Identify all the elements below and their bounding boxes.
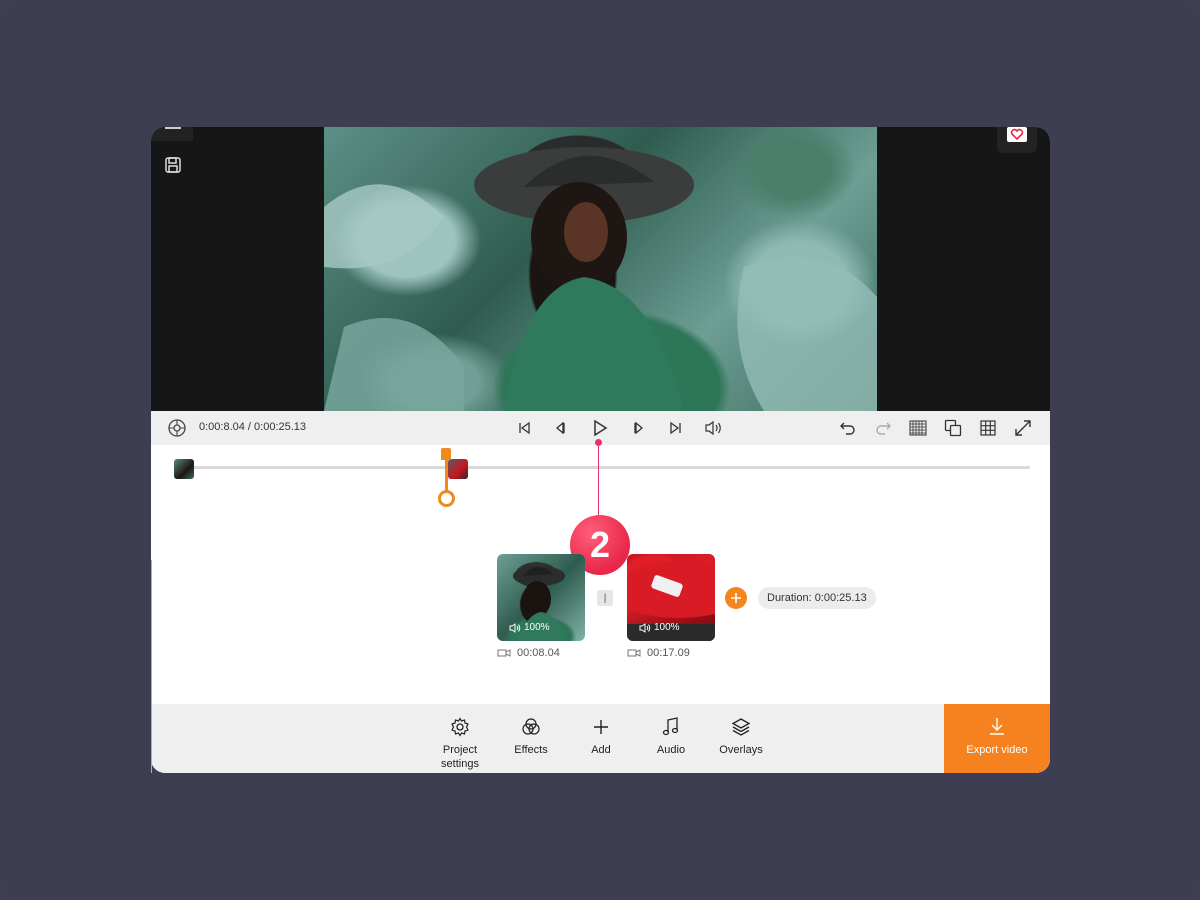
add-clip-button[interactable]: [725, 587, 747, 609]
copy-icon[interactable]: [943, 418, 963, 438]
clip-volume: 100%: [639, 622, 680, 633]
project-settings-label: Project settings: [441, 744, 479, 770]
clip-volume-value: 100%: [654, 622, 680, 633]
skip-start-icon[interactable]: [515, 418, 535, 438]
gear-icon: [450, 716, 470, 738]
layers-icon: [731, 716, 751, 738]
volume-icon: [639, 622, 651, 633]
timeline-track[interactable]: [185, 466, 1030, 469]
music-note-icon: [662, 716, 680, 738]
effects-icon: [521, 716, 541, 738]
video-editor-window: 0:00:8.04 / 0:00:25.13 2 100% 00:08.04 |…: [151, 127, 1050, 773]
playhead-knob[interactable]: [438, 490, 455, 507]
clip-thumbnail[interactable]: 100%: [497, 554, 585, 641]
play-icon[interactable]: [590, 418, 610, 438]
video-camera-icon: [497, 649, 511, 657]
add-button[interactable]: Add: [566, 704, 636, 773]
video-preview[interactable]: [324, 127, 877, 411]
clip-thumbnail[interactable]: 100%: [627, 554, 715, 641]
clip-duration: 00:17.09: [627, 647, 690, 659]
volume-icon[interactable]: [704, 418, 724, 438]
step-back-icon[interactable]: [550, 418, 570, 438]
playhead-handle[interactable]: [441, 448, 451, 460]
timecode: 0:00:8.04 / 0:00:25.13: [199, 421, 307, 433]
clip-duration-value: 00:08.04: [517, 647, 560, 659]
export-video-button[interactable]: Export video: [944, 704, 1050, 773]
undo-icon[interactable]: [838, 418, 858, 438]
window-edge-accent: [151, 560, 152, 773]
transition-button[interactable]: |: [597, 590, 613, 606]
audio-button[interactable]: Audio: [636, 704, 706, 773]
settings-wheel-icon[interactable]: [167, 418, 187, 438]
project-settings-button[interactable]: Project settings: [425, 704, 495, 773]
menu-icon[interactable]: [151, 127, 193, 141]
fullscreen-icon[interactable]: [1013, 418, 1033, 438]
volume-icon: [509, 622, 521, 633]
playhead-line: [445, 460, 448, 492]
total-duration: Duration: 0:00:25.13: [758, 587, 876, 609]
plus-icon: [731, 593, 741, 603]
callout-pointer-line: [598, 441, 599, 517]
grid-icon[interactable]: [978, 418, 998, 438]
export-video-label: Export video: [966, 744, 1028, 756]
heart-feedback-icon[interactable]: [997, 127, 1037, 153]
download-icon: [988, 716, 1006, 738]
video-camera-icon: [627, 649, 641, 657]
clip-volume-value: 100%: [524, 622, 550, 633]
effects-label: Effects: [514, 744, 548, 756]
clip-duration: 00:08.04: [497, 647, 560, 659]
skip-end-icon[interactable]: [665, 418, 685, 438]
effects-button[interactable]: Effects: [496, 704, 566, 773]
timeline-thumbnail[interactable]: [174, 459, 194, 479]
bottom-toolbar: Project settings Effects Add Audio Overl…: [151, 704, 1050, 773]
plus-icon: [592, 716, 610, 738]
overlays-label: Overlays: [719, 744, 763, 756]
clip-volume: 100%: [509, 622, 550, 633]
step-forward-icon[interactable]: [629, 418, 649, 438]
clip-duration-value: 00:17.09: [647, 647, 690, 659]
left-rail: [151, 127, 193, 411]
save-icon[interactable]: [163, 155, 183, 175]
preview-area: [151, 127, 1050, 411]
audio-label: Audio: [656, 744, 686, 756]
add-label: Add: [591, 744, 611, 756]
checkerboard-icon[interactable]: [908, 418, 928, 438]
overlays-button[interactable]: Overlays: [706, 704, 776, 773]
timeline-thumbnail[interactable]: [448, 459, 468, 479]
redo-icon[interactable]: [873, 418, 893, 438]
